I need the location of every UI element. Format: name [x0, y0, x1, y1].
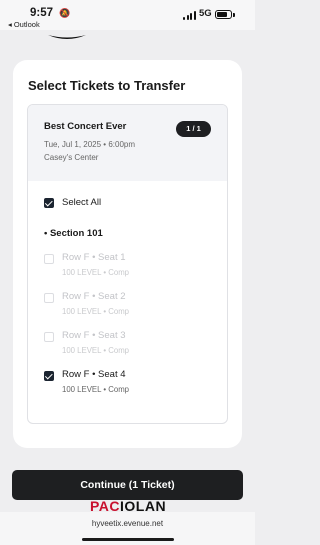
battery-icon	[215, 10, 232, 19]
seat-row[interactable]: Row F • Seat 1 100 LEVEL • Comp	[44, 252, 214, 282]
checkbox-checked-icon[interactable]	[44, 198, 54, 208]
seat-row[interactable]: Row F • Seat 2 100 LEVEL • Comp	[44, 291, 214, 321]
event-name: Best Concert Ever	[44, 121, 127, 132]
ticket-list: Best Concert Ever Tue, Jul 1, 2025 • 6:0…	[27, 104, 228, 424]
seat-name: Row F • Seat 2	[62, 291, 126, 302]
seat-level: 100 LEVEL • Comp	[62, 268, 130, 277]
bell-muted-icon: 🔕	[59, 8, 71, 18]
url-text: hyveetix.evenue.net	[91, 519, 164, 528]
signal-icon	[183, 11, 196, 20]
transfer-sheet: Select Tickets to Transfer Best Concert …	[13, 60, 242, 448]
seat-name: Row F • Seat 3	[62, 330, 126, 341]
status-time: 9:57	[30, 7, 54, 19]
sheet-drag-handle-icon[interactable]	[46, 32, 88, 44]
ticket-count-badge: 1 / 1	[176, 121, 211, 137]
status-bar: 9:57 🔕 ◂ Outlook 5G	[0, 0, 255, 30]
select-all-label: Select All	[62, 197, 102, 208]
seat-row[interactable]: Row F • Seat 4 100 LEVEL • Comp	[44, 369, 214, 399]
seat-row[interactable]: Row F • Seat 3 100 LEVEL • Comp	[44, 330, 214, 360]
seat-name: Row F • Seat 1	[62, 252, 126, 263]
checkbox-disabled-icon[interactable]	[44, 293, 54, 303]
event-header: Best Concert Ever Tue, Jul 1, 2025 • 6:0…	[28, 105, 227, 181]
event-date: Tue, Jul 1, 2025 • 6:00pm	[44, 140, 136, 149]
seat-level: 100 LEVEL • Comp	[62, 307, 130, 316]
select-all-checkbox[interactable]: Select All	[44, 197, 214, 211]
paciolan-logo: PACIOLAN	[90, 499, 167, 512]
checkbox-disabled-icon[interactable]	[44, 254, 54, 264]
section-label: • Section 101	[44, 228, 103, 239]
seat-level: 100 LEVEL • Comp	[62, 385, 130, 394]
seat-name: Row F • Seat 4	[62, 369, 126, 380]
network-type: 5G	[199, 8, 212, 19]
checkbox-checked-icon[interactable]	[44, 371, 54, 381]
home-indicator[interactable]	[82, 538, 174, 541]
continue-button[interactable]: Continue (1 Ticket)	[12, 470, 243, 500]
event-venue: Casey's Center	[44, 153, 99, 162]
back-to-app-link[interactable]: ◂ Outlook	[8, 20, 40, 29]
checkbox-disabled-icon[interactable]	[44, 332, 54, 342]
seat-level: 100 LEVEL • Comp	[62, 346, 130, 355]
battery-nub	[233, 12, 235, 17]
sheet-title: Select Tickets to Transfer	[28, 78, 186, 93]
